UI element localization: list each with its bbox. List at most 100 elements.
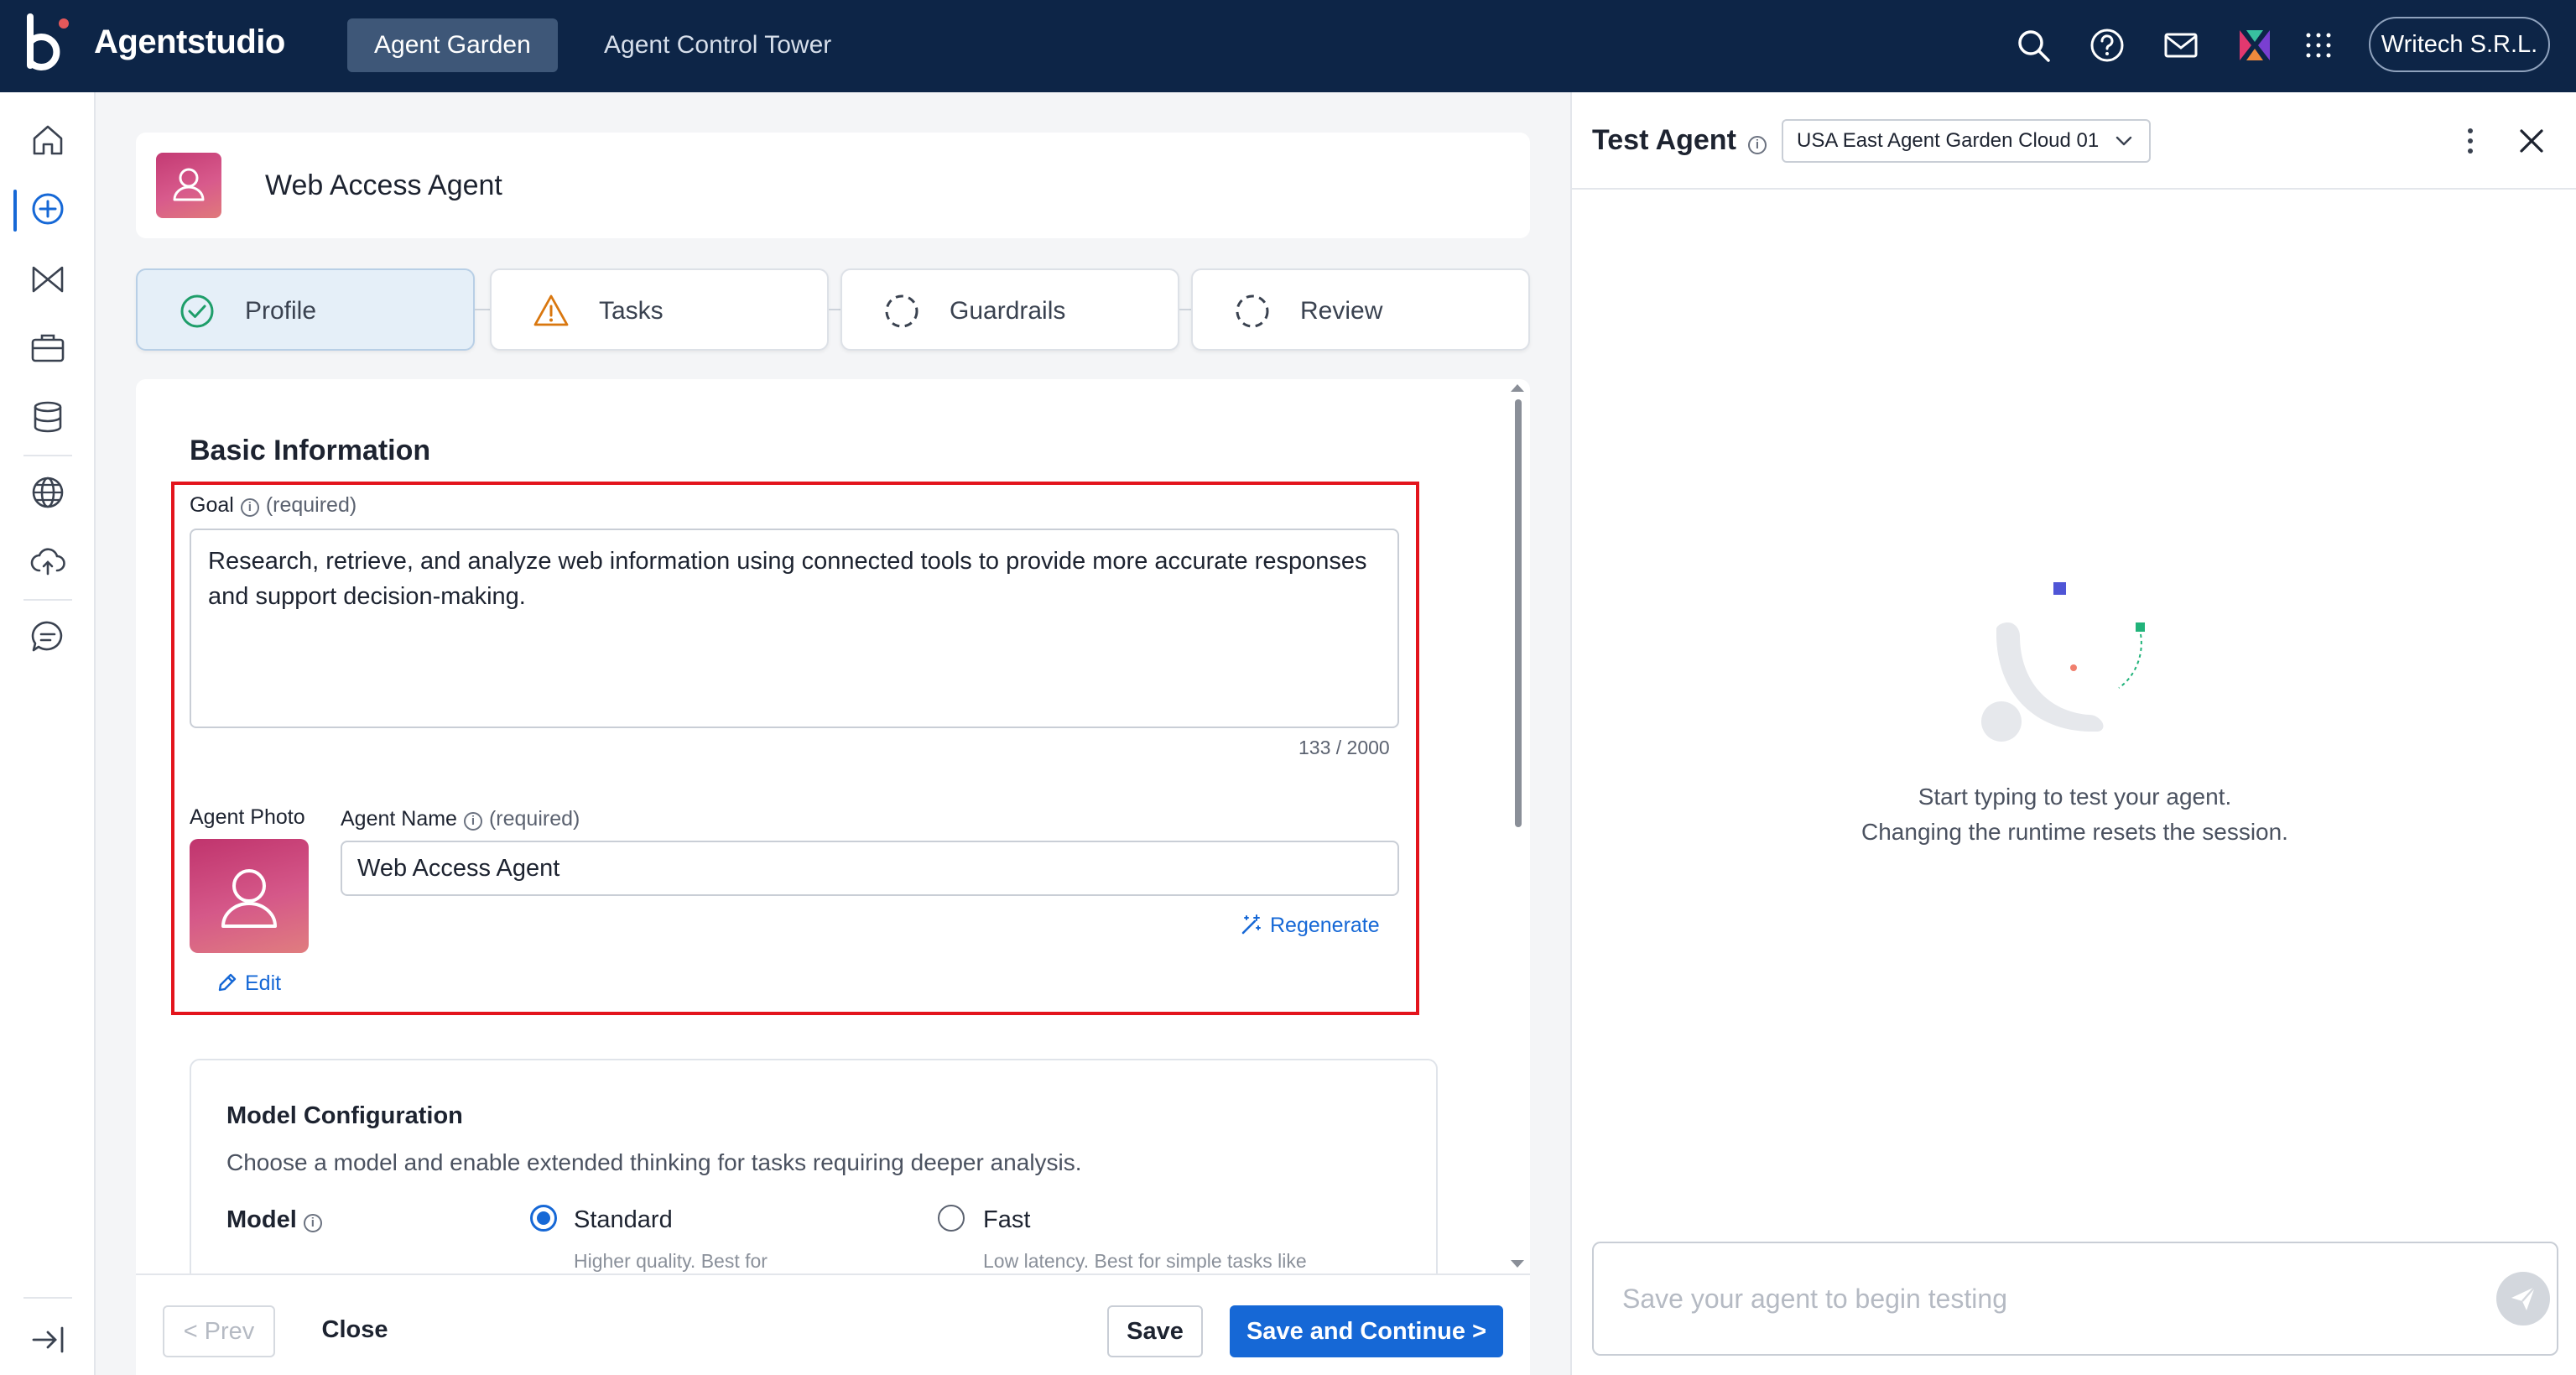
send-button[interactable] — [2496, 1272, 2550, 1326]
info-icon[interactable]: i — [463, 812, 482, 831]
required-text: (required) — [265, 493, 357, 517]
agents-icon[interactable] — [29, 260, 67, 299]
step-label: Tasks — [599, 297, 664, 325]
model-standard-description: Higher quality. Best for — [574, 1250, 768, 1272]
step-guardrails[interactable]: Guardrails — [840, 268, 1179, 351]
empty-state-text-line2: Changing the runtime resets the session. — [1861, 819, 2288, 845]
chat-icon[interactable] — [29, 617, 67, 656]
database-icon[interactable] — [29, 398, 67, 436]
scroll-down-arrow[interactable] — [1511, 1260, 1524, 1268]
brand-name: Agentstudio — [94, 23, 285, 60]
chat-input-placeholder: Save your agent to begin testing — [1622, 1284, 2007, 1314]
agent-photo[interactable] — [190, 839, 309, 953]
goal-label: Goal i (required) — [190, 493, 356, 518]
model-standard-label[interactable]: Standard — [574, 1206, 673, 1234]
magic-wand-icon — [1241, 914, 1261, 935]
test-agent-panel: Test Agent i USA East Agent Garden Cloud … — [1570, 92, 2576, 1375]
search-icon[interactable] — [2013, 25, 2053, 65]
organization-button[interactable]: Writech S.R.L. — [2369, 17, 2550, 72]
required-text: (required) — [488, 807, 580, 831]
step-review[interactable]: Review — [1191, 268, 1530, 351]
step-label: Review — [1300, 297, 1383, 325]
chevron-down-icon — [2115, 136, 2132, 146]
user-icon — [173, 168, 205, 201]
step-profile[interactable]: Profile — [136, 268, 475, 351]
help-icon[interactable] — [2087, 25, 2127, 65]
apps-grid-icon[interactable] — [2298, 25, 2339, 65]
rail-divider — [23, 599, 72, 601]
info-icon[interactable]: i — [303, 1214, 322, 1232]
step-tasks[interactable]: Tasks — [490, 268, 829, 351]
model-fast-radio[interactable] — [938, 1205, 965, 1232]
runtime-select-value: USA East Agent Garden Cloud 01 — [1797, 129, 2100, 152]
form-footer: < Prev Close Save Save and Continue > — [136, 1273, 1530, 1375]
agent-name-label-text: Agent Name — [341, 807, 457, 831]
tab-agent-garden[interactable]: Agent Garden — [347, 18, 558, 72]
goal-textarea[interactable]: Research, retrieve, and analyze web info… — [190, 529, 1399, 728]
edit-label: Edit — [245, 971, 282, 995]
prev-button[interactable]: < Prev — [163, 1305, 275, 1357]
agent-name-label: Agent Name i (required) — [341, 807, 580, 831]
info-icon[interactable]: i — [1747, 136, 1767, 154]
form-scrollbar-thumb[interactable] — [1515, 399, 1522, 827]
home-icon[interactable] — [29, 121, 67, 159]
collapse-sidebar-icon[interactable] — [29, 1320, 67, 1359]
send-icon — [2511, 1286, 2536, 1310]
test-agent-header: Test Agent i USA East Agent Garden Cloud … — [1572, 92, 2576, 190]
info-icon[interactable]: i — [240, 498, 259, 517]
model-config-description: Choose a model and enable extended think… — [226, 1149, 1082, 1175]
warning-icon — [533, 294, 569, 326]
edit-photo-link[interactable]: Edit — [216, 971, 281, 996]
mail-icon[interactable] — [2161, 25, 2201, 65]
model-label-text: Model — [226, 1206, 297, 1233]
character-counter: 133 / 2000 — [1298, 737, 1390, 758]
step-connector — [475, 309, 490, 310]
model-standard-radio[interactable] — [530, 1205, 557, 1232]
test-agent-title: Test Agent i — [1592, 124, 1773, 157]
more-options-icon[interactable] — [2458, 124, 2483, 158]
app-logo-icon[interactable] — [2235, 25, 2275, 65]
empty-state-text-line1: Start typing to test your agent. — [1918, 784, 2232, 810]
save-and-continue-button[interactable]: Save and Continue > — [1230, 1305, 1503, 1357]
agent-header-card: Web Access Agent — [136, 133, 1530, 238]
step-label: Guardrails — [950, 297, 1066, 325]
create-icon[interactable] — [29, 190, 67, 228]
pending-circle-icon — [1236, 294, 1269, 328]
runtime-select[interactable]: USA East Agent Garden Cloud 01 — [1782, 119, 2151, 163]
model-config-title: Model Configuration — [226, 1102, 463, 1129]
agentstudio-logo-icon[interactable] — [25, 13, 75, 72]
empty-state-illustration-icon — [1981, 582, 2145, 742]
model-fast-label[interactable]: Fast — [983, 1206, 1030, 1234]
globe-icon[interactable] — [29, 473, 67, 512]
top-navigation-bar: Agentstudio Agent Garden Agent Control T… — [0, 0, 2576, 92]
rail-divider — [23, 1297, 72, 1299]
goal-label-text: Goal — [190, 493, 234, 517]
close-icon[interactable] — [2515, 124, 2548, 158]
regenerate-link[interactable]: Regenerate — [1240, 913, 1380, 938]
tab-agent-control-tower[interactable]: Agent Control Tower — [577, 18, 858, 72]
close-button[interactable]: Close — [309, 1305, 401, 1357]
pending-circle-icon — [885, 294, 919, 328]
rail-divider — [23, 455, 72, 456]
agent-name-input[interactable]: Web Access Agent — [341, 841, 1399, 896]
profile-form: Basic Information Goal i (required) Resear… — [136, 379, 1530, 1273]
rail-active-indicator — [13, 190, 17, 232]
left-sidebar — [0, 92, 96, 1375]
save-button[interactable]: Save — [1107, 1305, 1203, 1357]
check-circle-icon — [180, 294, 214, 328]
model-label: Model i — [226, 1206, 329, 1234]
agent-avatar — [156, 153, 221, 218]
model-fast-description: Low latency. Best for simple tasks like — [983, 1250, 1307, 1272]
agent-photo-label: Agent Photo — [190, 805, 305, 829]
scroll-up-arrow[interactable] — [1511, 384, 1524, 392]
agent-title: Web Access Agent — [265, 169, 502, 201]
test-agent-title-text: Test Agent — [1592, 124, 1736, 156]
chat-input[interactable]: Save your agent to begin testing — [1592, 1242, 2558, 1356]
pencil-icon — [218, 973, 237, 992]
toolbox-icon[interactable] — [29, 329, 67, 367]
step-label: Profile — [245, 297, 317, 325]
model-configuration-card: Model Configuration Choose a model and e… — [190, 1059, 1438, 1273]
regenerate-label: Regenerate — [1270, 914, 1380, 937]
user-icon — [221, 869, 277, 928]
cloud-upload-icon[interactable] — [29, 542, 67, 581]
